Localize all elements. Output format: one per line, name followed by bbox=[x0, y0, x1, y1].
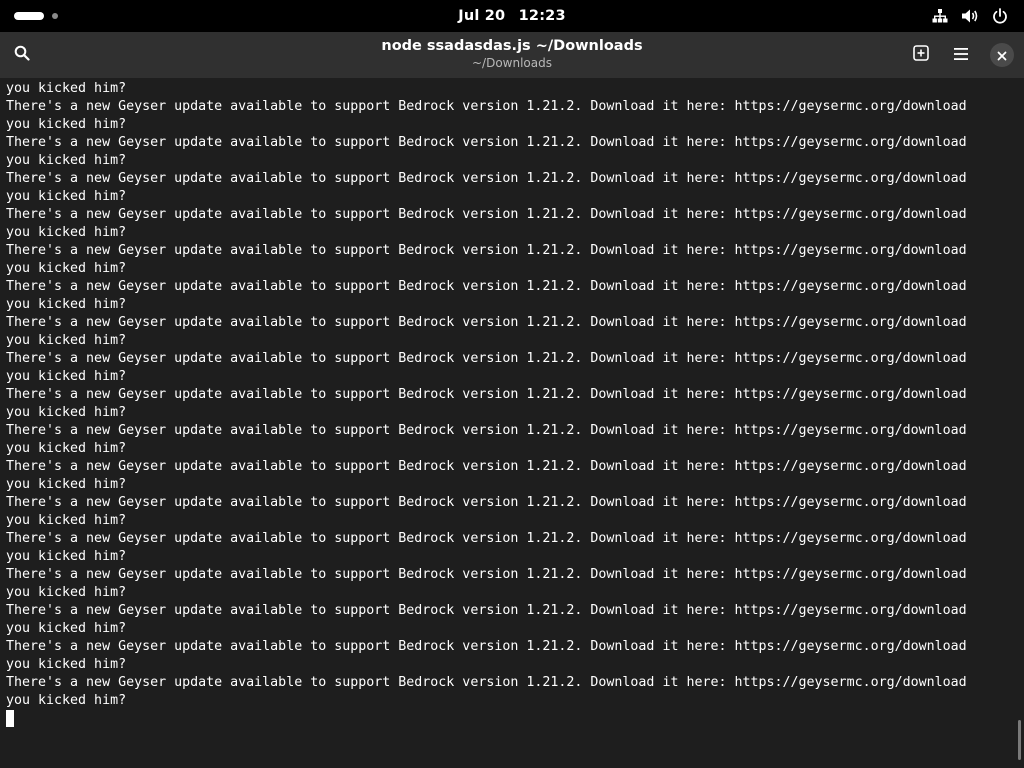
new-tab-icon bbox=[913, 45, 929, 65]
terminal-line: There's a new Geyser update available to… bbox=[6, 531, 967, 546]
terminal-line: you kicked him? bbox=[6, 657, 127, 672]
network-icon[interactable] bbox=[930, 6, 950, 26]
menu-icon bbox=[953, 46, 969, 65]
terminal-line: There's a new Geyser update available to… bbox=[6, 99, 967, 114]
close-window-button[interactable] bbox=[990, 43, 1014, 67]
terminal-line: you kicked him? bbox=[6, 117, 127, 132]
terminal-line: There's a new Geyser update available to… bbox=[6, 171, 967, 186]
terminal-line: you kicked him? bbox=[6, 549, 127, 564]
terminal-view[interactable]: you kicked him? There's a new Geyser upda… bbox=[0, 78, 1024, 768]
window-title-area: node ssadasdas.js ~/Downloads ~/Download… bbox=[200, 37, 824, 71]
volume-icon[interactable] bbox=[960, 6, 980, 26]
terminal-line: you kicked him? bbox=[6, 81, 127, 96]
terminal-line: There's a new Geyser update available to… bbox=[6, 351, 967, 366]
terminal-line: There's a new Geyser update available to… bbox=[6, 135, 967, 150]
close-icon bbox=[997, 46, 1007, 65]
terminal-line: you kicked him? bbox=[6, 585, 127, 600]
prompt-line bbox=[6, 710, 967, 728]
window-title: node ssadasdas.js ~/Downloads bbox=[381, 38, 643, 54]
terminal-line: you kicked him? bbox=[6, 369, 127, 384]
clock[interactable]: Jul 20 12:23 bbox=[0, 0, 1024, 32]
terminal-line: you kicked him? bbox=[6, 621, 127, 636]
terminal-line: There's a new Geyser update available to… bbox=[6, 567, 967, 582]
terminal-line: There's a new Geyser update available to… bbox=[6, 603, 967, 618]
clock-time: 12:23 bbox=[518, 8, 566, 24]
terminal-line: you kicked him? bbox=[6, 189, 127, 204]
clock-date: Jul 20 bbox=[458, 8, 506, 24]
terminal-line: There's a new Geyser update available to… bbox=[6, 207, 967, 222]
terminal-line: There's a new Geyser update available to… bbox=[6, 675, 967, 690]
terminal-line: you kicked him? bbox=[6, 693, 127, 708]
terminal-line: you kicked him? bbox=[6, 477, 127, 492]
terminal-line: There's a new Geyser update available to… bbox=[6, 243, 967, 258]
terminal-line: There's a new Geyser update available to… bbox=[6, 387, 967, 402]
system-tray[interactable] bbox=[930, 6, 1010, 26]
power-icon[interactable] bbox=[990, 6, 1010, 26]
new-tab-button[interactable] bbox=[905, 39, 937, 71]
terminal-line: There's a new Geyser update available to… bbox=[6, 459, 967, 474]
terminal-line: There's a new Geyser update available to… bbox=[6, 279, 967, 294]
terminal-line: you kicked him? bbox=[6, 297, 127, 312]
top-bar: Jul 20 12:23 bbox=[0, 0, 1024, 32]
terminal-line: you kicked him? bbox=[6, 225, 127, 240]
terminal-line: There's a new Geyser update available to… bbox=[6, 495, 967, 510]
main-menu-button[interactable] bbox=[945, 39, 977, 71]
terminal-headerbar: node ssadasdas.js ~/Downloads ~/Download… bbox=[0, 32, 1024, 78]
search-icon bbox=[14, 45, 30, 65]
search-button[interactable] bbox=[6, 39, 38, 71]
terminal-line: There's a new Geyser update available to… bbox=[6, 315, 967, 330]
terminal-line: There's a new Geyser update available to… bbox=[6, 639, 967, 654]
terminal-line: you kicked him? bbox=[6, 513, 127, 528]
terminal-line: There's a new Geyser update available to… bbox=[6, 423, 967, 438]
window-subtitle: ~/Downloads bbox=[472, 56, 552, 70]
terminal-output: you kicked him? There's a new Geyser upda… bbox=[6, 80, 967, 728]
terminal-line: you kicked him? bbox=[6, 405, 127, 420]
terminal-line: you kicked him? bbox=[6, 153, 127, 168]
text-cursor bbox=[6, 710, 14, 727]
terminal-line: you kicked him? bbox=[6, 333, 127, 348]
terminal-line: you kicked him? bbox=[6, 441, 127, 456]
terminal-scrollbar[interactable] bbox=[1018, 720, 1021, 760]
terminal-line: you kicked him? bbox=[6, 261, 127, 276]
